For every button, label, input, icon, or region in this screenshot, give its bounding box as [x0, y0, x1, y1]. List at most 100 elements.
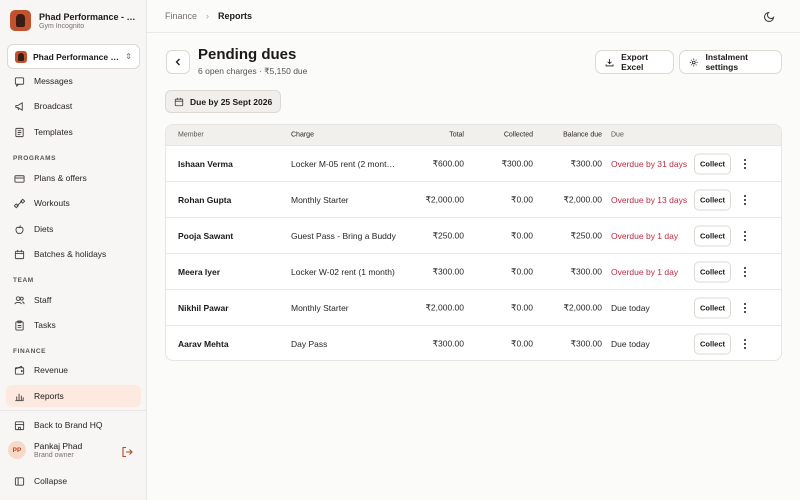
page-title: Pending dues — [198, 46, 297, 63]
column-header-due: Due — [611, 131, 624, 139]
location-switcher[interactable]: Phad Performance - Kothrud ⇕ — [7, 44, 140, 69]
sidebar-item-label: Diets — [34, 224, 54, 234]
table-row: Nikhil Pawar Monthly Starter ₹2,000.00 ₹… — [166, 290, 781, 326]
pending-dues-table: Member Charge Total Collected Balance du… — [165, 124, 782, 361]
due-status: Overdue by 13 days — [611, 194, 688, 205]
collapse-label: Collapse — [34, 476, 68, 486]
template-icon — [15, 127, 24, 137]
charge-total: ₹250.00 — [432, 230, 464, 240]
back-to-brand-hq-link[interactable]: Back to Brand HQ — [6, 414, 141, 436]
topbar: Finance › Reports — [147, 0, 800, 33]
calendar-icon — [14, 249, 25, 259]
moon-icon[interactable] — [764, 10, 776, 22]
chevron-left-icon — [175, 58, 180, 66]
charge-balance: ₹250.00 — [570, 230, 602, 240]
sidebar-item-diets[interactable]: Diets — [6, 218, 141, 240]
member-name: Nikhil Pawar — [178, 302, 229, 313]
logout-icon[interactable] — [121, 446, 133, 458]
export-excel-label: Export Excel — [621, 52, 649, 72]
more-options-icon[interactable] — [740, 158, 750, 170]
more-options-icon[interactable] — [740, 230, 750, 242]
collect-button[interactable]: Collect — [694, 189, 731, 210]
card-icon — [14, 174, 25, 183]
charge-total: ₹300.00 — [432, 338, 464, 349]
brand-subtitle: Gym Incognito — [39, 22, 85, 30]
calendar-icon — [174, 97, 184, 106]
user-profile[interactable]: PP Pankaj Phad Brand owner — [8, 441, 136, 459]
brand-logo — [10, 10, 31, 31]
member-name: Meera Iyer — [178, 266, 221, 277]
sidebar-item-batches[interactable]: Batches & holidays — [6, 243, 141, 265]
charge-name: Locker M-05 rent (2 months) — [291, 158, 396, 169]
table-row: Rohan Gupta Monthly Starter ₹2,000.00 ₹0… — [166, 182, 781, 218]
collect-button[interactable]: Collect — [694, 153, 731, 174]
sidebar-item-workouts[interactable]: Workouts — [6, 192, 141, 214]
charge-total: ₹300.00 — [432, 266, 464, 276]
breadcrumb-reports: Reports — [218, 11, 253, 21]
sidebar-item-label: Workouts — [34, 198, 70, 208]
instalment-settings-label: Instalment settings — [705, 52, 748, 72]
due-status: Overdue by 1 day — [611, 230, 679, 241]
sidebar-item-reports[interactable]: Reports — [6, 385, 141, 407]
charge-name: Day Pass — [291, 339, 328, 349]
collect-button[interactable]: Collect — [694, 297, 731, 318]
charge-name: Locker W-02 rent (1 month) — [291, 266, 395, 277]
sidebar-item-plans[interactable]: Plans & offers — [6, 167, 141, 189]
section-label-team: TEAM — [13, 277, 34, 284]
apple-icon — [15, 224, 24, 234]
sidebar-item-staff[interactable]: Staff — [6, 289, 141, 311]
table-row: Ishaan Verma Locker M-05 rent (2 months)… — [166, 146, 781, 182]
user-role: Brand owner — [34, 452, 74, 459]
sidebar-item-label: Staff — [34, 295, 52, 305]
more-options-icon[interactable] — [740, 338, 750, 350]
section-label-programs: PROGRAMS — [13, 155, 57, 162]
charge-name: Monthly Starter — [291, 194, 349, 205]
sidebar-item-label: Plans & offers — [34, 173, 87, 183]
collapse-button[interactable]: Collapse — [6, 470, 141, 492]
sidebar-item-templates[interactable]: Templates — [6, 121, 141, 143]
charge-name: Monthly Starter — [291, 302, 349, 313]
location-switcher-label: Phad Performance - Kothrud — [33, 51, 119, 62]
export-excel-button[interactable]: Export Excel — [595, 50, 674, 74]
column-header-member: Member — [178, 131, 204, 139]
charge-total: ₹600.00 — [432, 158, 464, 168]
users-icon — [14, 295, 25, 304]
charge-total: ₹2,000.00 — [425, 194, 465, 204]
breadcrumb-separator-icon: › — [206, 11, 210, 21]
building-icon — [14, 420, 25, 430]
message-icon — [14, 76, 25, 87]
back-button[interactable] — [166, 50, 190, 74]
collect-button[interactable]: Collect — [694, 333, 731, 355]
charge-collected: ₹300.00 — [501, 158, 533, 168]
brand-header[interactable]: Phad Performance - Kothrud Gym Incognito — [10, 10, 142, 31]
back-to-brand-hq-label: Back to Brand HQ — [34, 420, 103, 430]
more-options-icon[interactable] — [740, 302, 750, 314]
section-label-finance: FINANCE — [13, 348, 47, 355]
table-row: Pooja Sawant Guest Pass - Bring a Buddy … — [166, 218, 781, 254]
sidebar-item-messages[interactable]: Messages — [6, 70, 141, 92]
sidebar-item-broadcast[interactable]: Broadcast — [6, 95, 141, 117]
table-header: Member Charge Total Collected Balance du… — [166, 125, 781, 146]
sidebar: Phad Performance - Kothrud Gym Incognito… — [0, 0, 147, 500]
charge-balance: ₹300.00 — [570, 266, 602, 276]
due-date-filter[interactable]: Due by 25 Sept 2026 — [165, 90, 282, 113]
more-options-icon[interactable] — [740, 266, 750, 278]
wallet-icon — [14, 365, 25, 375]
sidebar-item-tasks[interactable]: Tasks — [6, 314, 141, 336]
member-name: Pooja Sawant — [178, 230, 234, 241]
download-icon — [605, 58, 614, 66]
charge-collected: ₹0.00 — [511, 302, 533, 312]
collect-button[interactable]: Collect — [694, 261, 731, 282]
table-row: Meera Iyer Locker W-02 rent (1 month) ₹3… — [166, 254, 781, 290]
more-options-icon[interactable] — [740, 194, 750, 206]
collect-button[interactable]: Collect — [694, 225, 731, 246]
gear-icon — [689, 58, 698, 66]
charge-balance: ₹2,000.00 — [563, 302, 603, 312]
charge-name: Guest Pass - Bring a Buddy — [291, 230, 396, 241]
sidebar-item-revenue[interactable]: Revenue — [6, 359, 141, 381]
charge-balance: ₹300.00 — [570, 158, 602, 168]
instalment-settings-button[interactable]: Instalment settings — [679, 50, 782, 74]
breadcrumb-finance[interactable]: Finance — [165, 11, 197, 21]
sidebar-item-label: Revenue — [34, 365, 69, 375]
sidebar-item-label: Batches & holidays — [34, 249, 107, 259]
